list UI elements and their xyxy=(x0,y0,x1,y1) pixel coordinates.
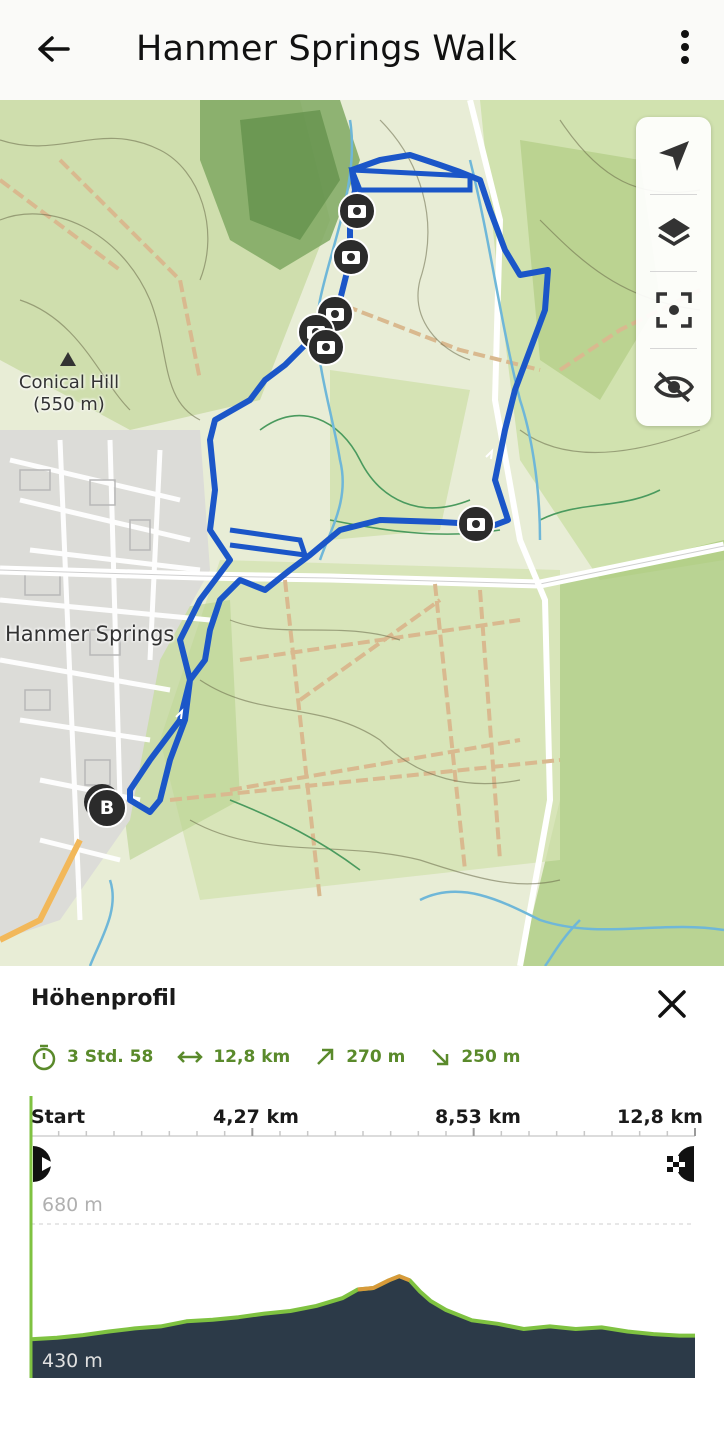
elevation-panel: Höhenprofil 3 Std. 58 12,8 km 270 m 250 … xyxy=(0,966,724,1440)
descent-value: 250 m xyxy=(461,1047,521,1067)
photo-marker-icon xyxy=(457,505,495,543)
route-stats: 3 Std. 58 12,8 km 270 m 250 m xyxy=(31,1042,544,1072)
app-bar: Hanmer Springs Walk xyxy=(0,0,724,100)
elevation-plot[interactable] xyxy=(0,1096,724,1416)
y-max-label: 680 m xyxy=(42,1194,103,1216)
arrow-up-right-icon xyxy=(317,1048,334,1065)
stopwatch-icon xyxy=(32,1044,56,1071)
peak-label: Conical Hill (550 m) xyxy=(4,372,134,416)
layers-icon xyxy=(657,217,690,246)
town-label: Hanmer Springs xyxy=(5,622,175,646)
arrow-left-icon xyxy=(38,36,70,62)
panel-title: Höhenprofil xyxy=(31,986,177,1011)
arrow-down-right-icon xyxy=(432,1049,449,1066)
duration-stat: 3 Std. 58 xyxy=(31,1043,153,1071)
focus-route-icon xyxy=(655,291,692,328)
back-button[interactable] xyxy=(30,26,78,74)
ascent-stat: 270 m xyxy=(314,1046,405,1068)
ascent-value: 270 m xyxy=(346,1047,406,1067)
descent-stat: 250 m xyxy=(429,1046,520,1068)
visibility-off-icon xyxy=(653,371,694,402)
peak-name: Conical Hill xyxy=(18,372,120,393)
more-vertical-icon xyxy=(681,30,689,64)
peak-elevation: (550 m) xyxy=(33,394,105,415)
distance-value: 12,8 km xyxy=(213,1047,291,1067)
locate-button[interactable] xyxy=(636,117,711,194)
close-panel-button[interactable] xyxy=(652,984,692,1024)
more-menu-button[interactable] xyxy=(664,26,706,74)
layers-button[interactable] xyxy=(636,194,711,271)
focus-route-button[interactable] xyxy=(636,271,711,348)
duration-value: 3 Std. 58 xyxy=(67,1047,154,1067)
map-view[interactable]: Conical Hill (550 m) Hanmer Springs B xyxy=(0,100,724,966)
map-tools-panel xyxy=(636,117,711,426)
close-icon xyxy=(658,990,686,1018)
photo-marker-icon xyxy=(332,238,370,276)
minor-ticks xyxy=(30,1128,696,1136)
start-marker-label: B xyxy=(99,797,115,819)
start-flag-icon xyxy=(33,1146,55,1194)
page-title: Hanmer Springs Walk xyxy=(136,29,518,69)
photo-marker-icon xyxy=(338,192,376,230)
finish-flag-icon xyxy=(667,1146,694,1194)
locate-icon xyxy=(658,140,689,171)
elevation-chart[interactable]: Start 4,27 km 8,53 km 12,8 km 680 m 430 … xyxy=(0,1096,724,1416)
y-min-label: 430 m xyxy=(42,1350,103,1372)
map-canvas[interactable] xyxy=(0,100,724,966)
distance-stat: 12,8 km xyxy=(177,1047,290,1067)
visibility-toggle-button[interactable] xyxy=(636,348,711,425)
photo-marker-icon xyxy=(307,328,345,366)
distance-icon xyxy=(177,1051,204,1063)
